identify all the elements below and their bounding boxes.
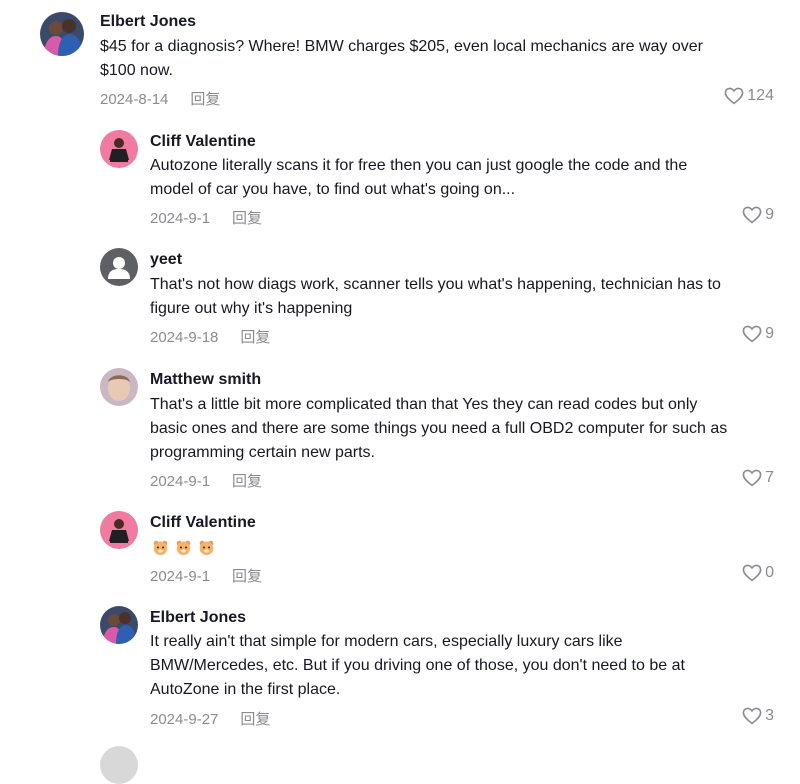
reply-button[interactable]: 回复 bbox=[240, 329, 270, 346]
hamster-emoji-icon bbox=[153, 540, 168, 556]
comment-meta: 2024-8-14 回复 bbox=[100, 88, 220, 109]
reply-button[interactable]: 回复 bbox=[232, 210, 262, 227]
comment-text-line: It really ain't that simple for modern c… bbox=[150, 633, 623, 650]
pink-person-avatar-icon bbox=[100, 130, 138, 168]
hamster-emoji-icon bbox=[199, 540, 214, 556]
comment-text-line: Autozone literally scans it for free the… bbox=[150, 157, 688, 174]
comment-text-line: figure out why it's happening bbox=[150, 300, 353, 317]
avatar[interactable] bbox=[100, 606, 138, 644]
like-button[interactable]: 3 bbox=[742, 707, 774, 725]
heart-icon bbox=[742, 206, 762, 224]
default-user-avatar-icon bbox=[100, 248, 138, 286]
comment-meta: 2024-9-27 回复 bbox=[150, 708, 270, 729]
avatar[interactable] bbox=[100, 368, 138, 406]
comment-author[interactable]: Elbert Jones bbox=[150, 609, 246, 627]
like-count: 9 bbox=[765, 325, 774, 342]
comment-text-line: AutoZone in the first place. bbox=[150, 681, 341, 698]
emoji-row bbox=[152, 539, 215, 556]
avatar[interactable] bbox=[100, 511, 138, 549]
comment-text-line: $45 for a diagnosis? Where! BMW charges … bbox=[100, 38, 703, 55]
comment-date: 2024-9-18 bbox=[150, 329, 219, 346]
comment-text-line: That's a little bit more complicated tha… bbox=[150, 396, 698, 413]
comment-text-line: That's not how diags work, scanner tells… bbox=[150, 276, 721, 293]
heart-icon bbox=[742, 707, 762, 725]
comment-meta: 2024-9-1 回复 bbox=[150, 207, 262, 228]
like-count: 124 bbox=[747, 87, 774, 104]
like-button[interactable]: 0 bbox=[742, 564, 774, 582]
reply-button[interactable]: 回复 bbox=[232, 568, 262, 585]
comment-author[interactable]: Elbert Jones bbox=[100, 13, 196, 31]
heart-icon bbox=[742, 564, 762, 582]
comment-date: 2024-9-1 bbox=[150, 568, 211, 585]
comment-author[interactable]: yeet bbox=[150, 251, 182, 269]
comment-meta: 2024-9-1 回复 bbox=[150, 565, 262, 586]
comment-text-line: programming certain new parts. bbox=[150, 444, 375, 461]
comment-text-line: basic ones and there are some things you… bbox=[150, 420, 728, 437]
comment-date: 2024-9-1 bbox=[150, 473, 211, 490]
comment-author[interactable]: Cliff Valentine bbox=[150, 133, 256, 151]
couple-photo-avatar-icon bbox=[40, 12, 84, 56]
heart-icon bbox=[724, 87, 744, 105]
like-button[interactable]: 124 bbox=[724, 87, 774, 105]
comment-meta: 2024-9-1 回复 bbox=[150, 470, 262, 491]
reply-button[interactable]: 回复 bbox=[240, 711, 270, 728]
comment-date: 2024-9-1 bbox=[150, 210, 211, 227]
like-count: 0 bbox=[765, 564, 774, 581]
heart-icon bbox=[742, 469, 762, 487]
like-button[interactable]: 9 bbox=[742, 206, 774, 224]
avatar[interactable] bbox=[100, 248, 138, 286]
pink-person-avatar-icon bbox=[100, 511, 138, 549]
comment-author[interactable]: Cliff Valentine bbox=[150, 514, 256, 532]
avatar[interactable] bbox=[100, 746, 138, 784]
comment-text-line: $100 now. bbox=[100, 62, 173, 79]
couple-photo-avatar-icon bbox=[100, 606, 138, 644]
like-count: 3 bbox=[765, 707, 774, 724]
comment-date: 2024-9-27 bbox=[150, 711, 219, 728]
face-photo-avatar-icon bbox=[100, 368, 138, 406]
reply-button[interactable]: 回复 bbox=[190, 91, 220, 108]
hamster-emoji-icon bbox=[176, 540, 191, 556]
reply-button[interactable]: 回复 bbox=[232, 473, 262, 490]
comment-text-line: BMW/Mercedes, etc. But if you driving on… bbox=[150, 657, 685, 674]
avatar[interactable] bbox=[40, 12, 84, 56]
comment-date: 2024-8-14 bbox=[100, 91, 169, 108]
like-button[interactable]: 9 bbox=[742, 325, 774, 343]
comment-text-line: model of car you have, to find out what'… bbox=[150, 181, 516, 198]
like-count: 9 bbox=[765, 206, 774, 223]
like-count: 7 bbox=[765, 469, 774, 486]
comment-author[interactable]: Matthew smith bbox=[150, 371, 261, 389]
heart-icon bbox=[742, 325, 762, 343]
like-button[interactable]: 7 bbox=[742, 469, 774, 487]
comment-meta: 2024-9-18 回复 bbox=[150, 326, 270, 347]
avatar[interactable] bbox=[100, 130, 138, 168]
